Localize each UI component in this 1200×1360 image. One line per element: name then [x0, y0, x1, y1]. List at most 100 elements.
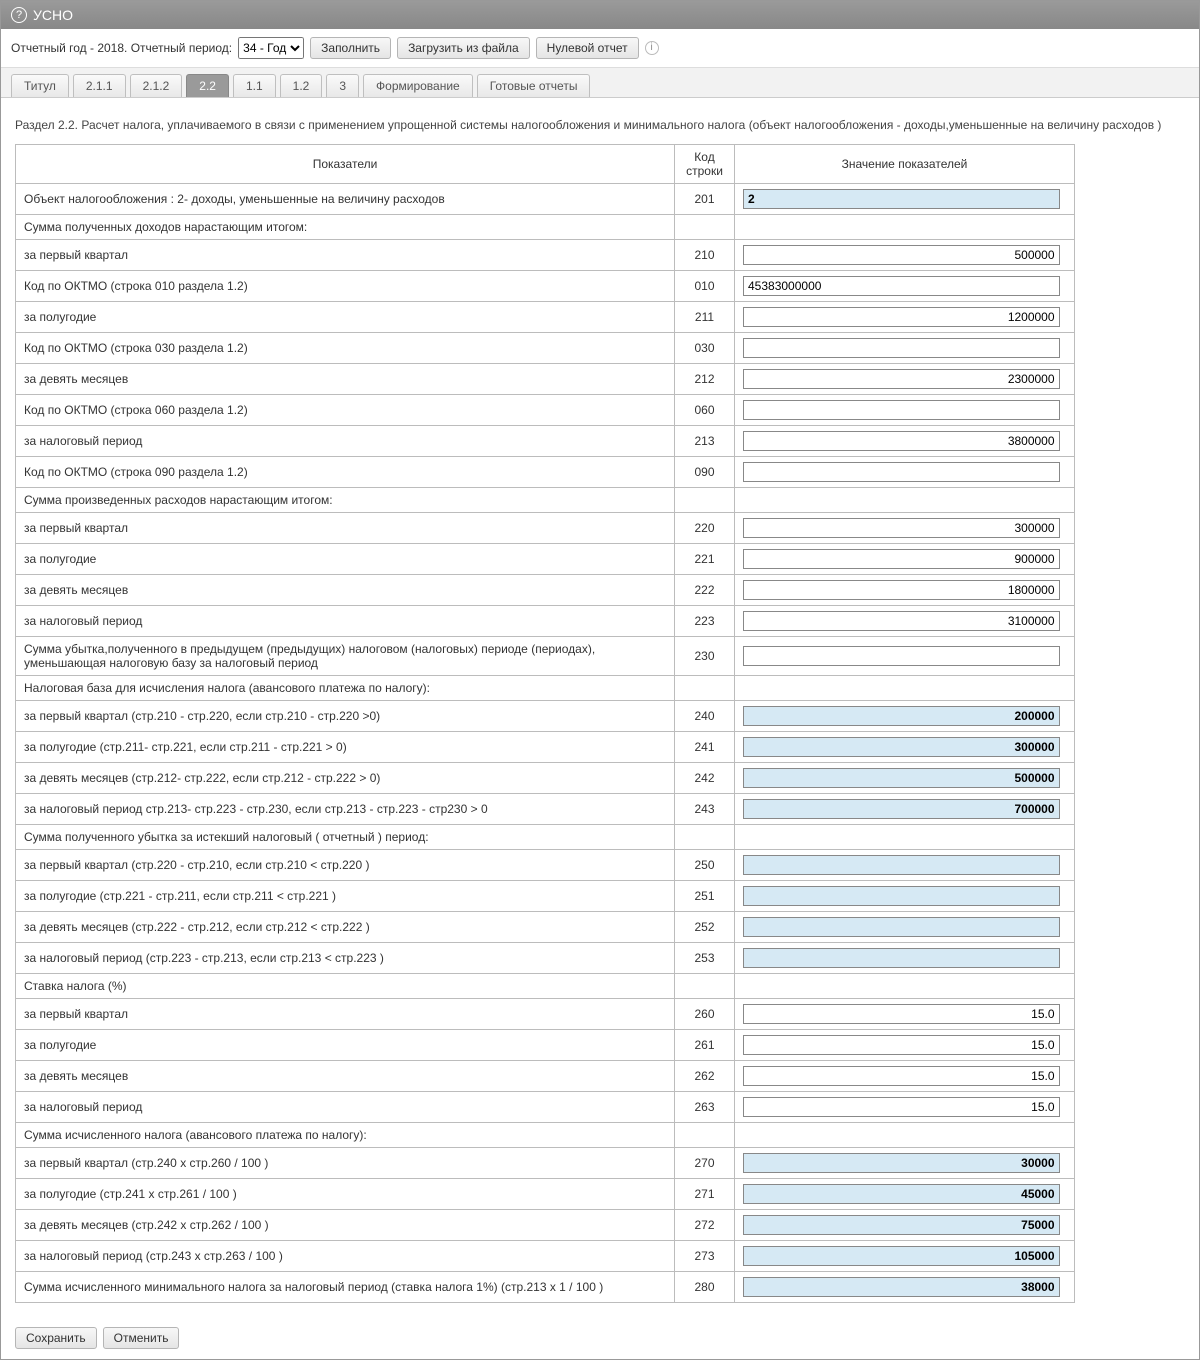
row-code: 273 [675, 1241, 735, 1272]
table-row: за полугодие (стр.241 x стр.261 / 100 )2… [16, 1179, 1075, 1210]
row-code: 251 [675, 881, 735, 912]
value-input-263[interactable] [743, 1097, 1060, 1117]
row-value-cell [735, 850, 1075, 881]
row-label: за девять месяцев (стр.242 x стр.262 / 1… [16, 1210, 675, 1241]
row-label: Объект налогообложения : 2- доходы, умен… [16, 184, 675, 215]
row-value-cell [735, 513, 1075, 544]
value-input-212[interactable] [743, 369, 1060, 389]
row-code: 261 [675, 1030, 735, 1061]
row-label: за налоговый период (стр.243 x стр.263 /… [16, 1241, 675, 1272]
row-label: за налоговый период стр.213- стр.223 - с… [16, 794, 675, 825]
row-label: за девять месяцев [16, 1061, 675, 1092]
tab-2.1.2[interactable]: 2.1.2 [130, 74, 183, 97]
value-input-030[interactable] [743, 338, 1060, 358]
row-label: Ставка налога (%) [16, 974, 675, 999]
row-code: 241 [675, 732, 735, 763]
row-value-cell [735, 1061, 1075, 1092]
row-value-cell [735, 701, 1075, 732]
row-value-cell [735, 457, 1075, 488]
tab-2.2[interactable]: 2.2 [186, 74, 229, 97]
tab-1.1[interactable]: 1.1 [233, 74, 276, 97]
table-row: Сумма полученных доходов нарастающим ито… [16, 215, 1075, 240]
value-input-060[interactable] [743, 400, 1060, 420]
row-value-cell [735, 1148, 1075, 1179]
table-row: Объект налогообложения : 2- доходы, умен… [16, 184, 1075, 215]
value-input-261[interactable] [743, 1035, 1060, 1055]
table-row: Сумма исчисленного минимального налога з… [16, 1272, 1075, 1303]
row-code: 253 [675, 943, 735, 974]
row-label: за полугодие (стр.211- стр.221, если стр… [16, 732, 675, 763]
row-value-cell [735, 215, 1075, 240]
row-code: 242 [675, 763, 735, 794]
row-code [675, 974, 735, 999]
value-input-270 [743, 1153, 1060, 1173]
value-input-230[interactable] [743, 646, 1060, 666]
upload-button[interactable]: Загрузить из файла [397, 37, 530, 59]
row-label: за девять месяцев (стр.212- стр.222, есл… [16, 763, 675, 794]
fill-button[interactable]: Заполнить [310, 37, 391, 59]
value-input-090[interactable] [743, 462, 1060, 482]
row-code: 090 [675, 457, 735, 488]
row-value-cell [735, 676, 1075, 701]
value-input-280 [743, 1277, 1060, 1297]
row-value-cell [735, 333, 1075, 364]
row-label: Сумма произведенных расходов нарастающим… [16, 488, 675, 513]
tab-2.1.1[interactable]: 2.1.1 [73, 74, 126, 97]
info-icon[interactable]: i [645, 41, 659, 55]
row-code: 010 [675, 271, 735, 302]
row-label: за полугодие [16, 302, 675, 333]
row-label: Код по ОКТМО (строка 090 раздела 1.2) [16, 457, 675, 488]
row-value-cell [735, 1123, 1075, 1148]
value-input-220[interactable] [743, 518, 1060, 538]
value-input-252 [743, 917, 1060, 937]
value-input-221[interactable] [743, 549, 1060, 569]
tab-Титул[interactable]: Титул [11, 74, 69, 97]
value-input-222[interactable] [743, 580, 1060, 600]
row-label: за девять месяцев [16, 575, 675, 606]
tab-3[interactable]: 3 [326, 74, 359, 97]
row-code: 270 [675, 1148, 735, 1179]
row-value-cell [735, 1210, 1075, 1241]
zero-report-button[interactable]: Нулевой отчет [536, 37, 639, 59]
tab-Формирование[interactable]: Формирование [363, 74, 473, 97]
row-value-cell [735, 943, 1075, 974]
table-row: за налоговый период263 [16, 1092, 1075, 1123]
value-input-210[interactable] [743, 245, 1060, 265]
value-input-223[interactable] [743, 611, 1060, 631]
toolbar: Отчетный год - 2018. Отчетный период: 34… [1, 29, 1199, 68]
col-header-indicator: Показатели [16, 145, 675, 184]
row-code: 210 [675, 240, 735, 271]
value-input-260[interactable] [743, 1004, 1060, 1024]
value-input-242 [743, 768, 1060, 788]
row-code [675, 215, 735, 240]
row-code: 221 [675, 544, 735, 575]
value-input-213[interactable] [743, 431, 1060, 451]
row-value-cell [735, 302, 1075, 333]
titlebar: ? УСНО [1, 1, 1199, 29]
table-row: Ставка налога (%) [16, 974, 1075, 999]
row-label: за полугодие (стр.221 - стр.211, если ст… [16, 881, 675, 912]
table-row: за налоговый период (стр.223 - стр.213, … [16, 943, 1075, 974]
help-icon[interactable]: ? [11, 7, 27, 23]
row-value-cell [735, 1179, 1075, 1210]
table-row: за налоговый период223 [16, 606, 1075, 637]
table-row: Код по ОКТМО (строка 010 раздела 1.2)010 [16, 271, 1075, 302]
row-code: 230 [675, 637, 735, 676]
row-value-cell [735, 1092, 1075, 1123]
tab-1.2[interactable]: 1.2 [280, 74, 323, 97]
row-label: Код по ОКТМО (строка 030 раздела 1.2) [16, 333, 675, 364]
value-input-241 [743, 737, 1060, 757]
row-value-cell [735, 1272, 1075, 1303]
save-button[interactable]: Сохранить [15, 1327, 97, 1349]
value-input-262[interactable] [743, 1066, 1060, 1086]
row-label: за полугодие [16, 1030, 675, 1061]
row-label: Сумма исчисленного налога (авансового пл… [16, 1123, 675, 1148]
row-label: за первый квартал [16, 513, 675, 544]
cancel-button[interactable]: Отменить [103, 1327, 180, 1349]
row-code: 262 [675, 1061, 735, 1092]
value-input-010[interactable] [743, 276, 1060, 296]
row-value-cell [735, 825, 1075, 850]
value-input-211[interactable] [743, 307, 1060, 327]
tab-Готовые отчеты[interactable]: Готовые отчеты [477, 74, 591, 97]
period-select[interactable]: 34 - Год [238, 37, 304, 59]
